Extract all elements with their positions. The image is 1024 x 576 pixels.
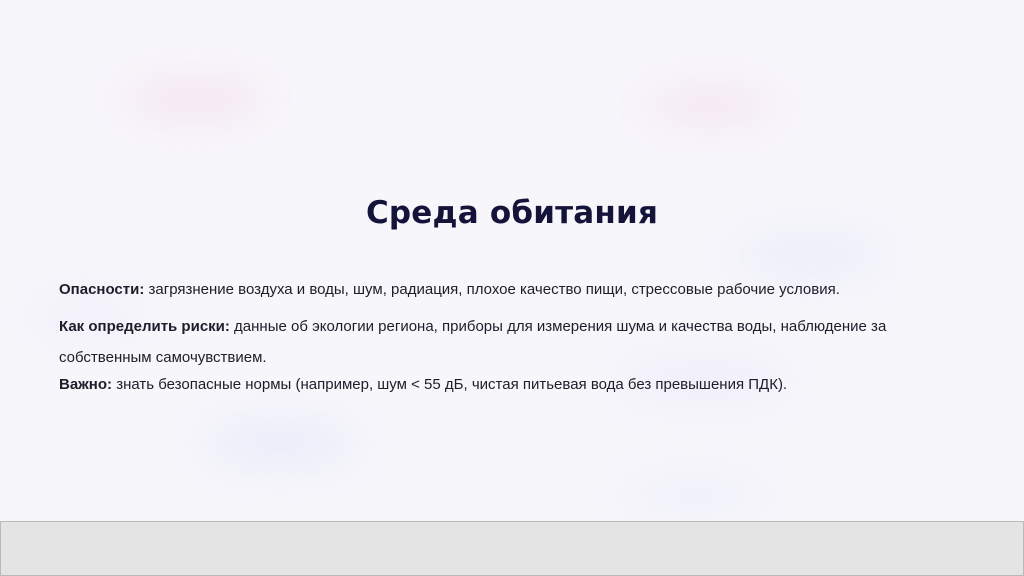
hazards-paragraph: Опасности: загрязнение воздуха и воды, ш… [59, 278, 959, 302]
slide-body: Опасности: загрязнение воздуха и воды, ш… [59, 278, 959, 397]
slide: Среда обитания Опасности: загрязнение во… [0, 0, 1024, 521]
decorative-blob [730, 235, 890, 275]
hazards-label: Опасности: [59, 281, 145, 298]
decorative-blob [640, 90, 780, 122]
decorative-blob [200, 420, 360, 466]
important-label: Важно: [59, 376, 113, 393]
hazards-text: загрязнение воздуха и воды, шум, радиаци… [144, 281, 840, 298]
decorative-blob [120, 80, 270, 118]
risk-assessment-label: Как определить риски: [59, 318, 230, 335]
important-text: знать безопасные нормы (например, шум < … [112, 376, 788, 393]
risk-assessment-paragraph: Как определить риски: данные об экологии… [59, 311, 959, 373]
important-paragraph: Важно: знать безопасные нормы (например,… [59, 373, 959, 397]
footer-bar [0, 521, 1024, 576]
page: Среда обитания Опасности: загрязнение во… [0, 0, 1024, 576]
decorative-blob [620, 480, 770, 510]
slide-title: Среда обитания [365, 195, 659, 231]
